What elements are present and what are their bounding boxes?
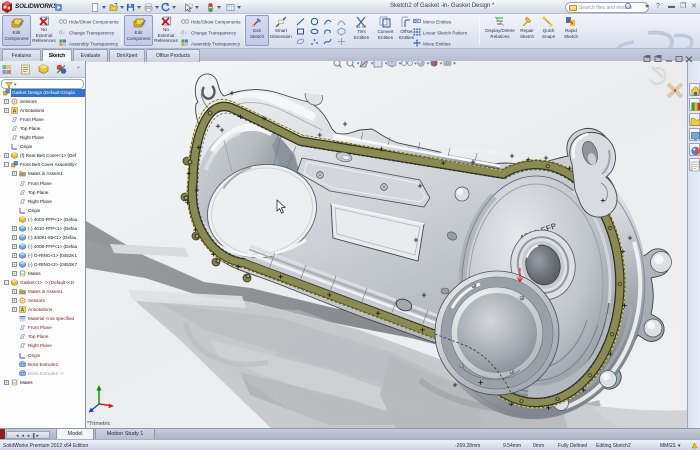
svg-text:x: x <box>62 31 66 37</box>
svg-text:x: x <box>184 31 188 37</box>
svg-text:*Trimetric: *Trimetric <box>87 421 111 427</box>
